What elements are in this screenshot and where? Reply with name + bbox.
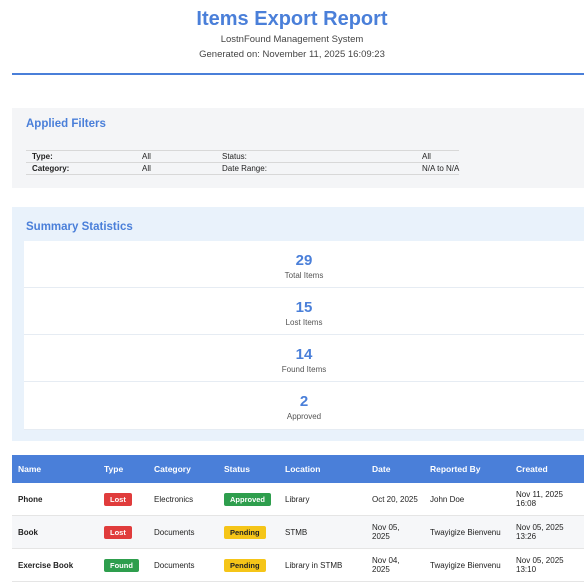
column-header-status: Status [218,455,279,483]
table-header-row: Name Type Category Status Location Date … [12,455,584,483]
stat-value: 14 [295,346,313,363]
status-badge-approved: Approved [224,492,272,506]
stat-value: 2 [299,393,309,410]
filter-row: Type: All Status: All [26,150,460,163]
item-date: Nov 05, 2025 [366,515,424,549]
column-header-type: Type [98,455,148,483]
item-created: Nov 05, 2025 13:10 [510,548,584,582]
item-reported-by: Twayigize Bienvenu [424,548,510,582]
status-badge-pending: Pending [224,558,266,572]
generated-timestamp: Generated on: November 11, 2025 16:09:23 [199,49,385,60]
stat-label: Total Items [284,271,324,280]
column-header-name: Name [12,455,98,483]
filter-value: All [136,162,216,175]
item-reported-by: John Doe [424,483,510,516]
filters-table: Type: All Status: All Category: All Date… [26,150,460,175]
type-cell: Found [98,548,148,582]
item-location: Library in STMB [279,548,366,582]
item-created: Nov 11, 2025 16:08 [510,483,584,516]
filter-value: All [136,150,216,163]
column-header-location: Location [279,455,366,483]
filter-label: Status: [216,150,416,163]
applied-filters-section: Applied Filters Type: All Status: All Ca… [12,108,584,188]
type-badge-found: Found [104,558,139,572]
stat-card-found-items: 14 Found Items [24,335,584,382]
filter-label: Date Range: [216,162,416,175]
table-row: Exercise Book Found Documents Pending Li… [12,548,584,582]
stat-card-approved: 2 Approved [24,382,584,430]
column-header-reported-by: Reported By [424,455,510,483]
filter-label: Type: [26,150,136,163]
item-location: STMB [279,515,366,549]
table-row: Phone Lost Electronics Approved Library … [12,483,584,516]
summary-statistics-heading: Summary Statistics [26,221,133,233]
type-cell: Lost [98,515,148,549]
status-cell: Approved [218,483,279,516]
header-divider [12,73,584,75]
item-date: Oct 20, 2025 [366,483,424,516]
item-name: Exercise Book [12,548,98,582]
applied-filters-heading: Applied Filters [26,118,106,130]
item-date: Nov 04, 2025 [366,548,424,582]
item-name: Book [12,515,98,549]
stat-value: 29 [295,252,313,269]
type-badge-lost: Lost [104,525,132,539]
report-title: Items Export Report [196,8,388,30]
filter-value: All [416,150,460,163]
status-badge-pending: Pending [224,525,266,539]
summary-statistics-section: Summary Statistics 29 Total Items 15 Los… [12,207,584,441]
item-category: Electronics [148,483,218,516]
filter-value: N/A to N/A [416,162,460,175]
item-name: Phone [12,483,98,516]
filter-row: Category: All Date Range: N/A to N/A [26,162,460,175]
column-header-date: Date [366,455,424,483]
stat-label: Lost Items [285,318,323,327]
type-badge-lost: Lost [104,492,132,506]
item-category: Documents [148,548,218,582]
column-header-created: Created [510,455,584,483]
item-created: Nov 05, 2025 13:26 [510,515,584,549]
report-header: Items Export Report LostnFound Managemen… [0,0,584,61]
column-header-category: Category [148,455,218,483]
stat-label: Found Items [281,365,327,374]
status-cell: Pending [218,548,279,582]
type-cell: Lost [98,483,148,516]
stat-card-total-items: 29 Total Items [24,241,584,288]
table-row: Book Lost Documents Pending STMB Nov 05,… [12,515,584,549]
status-cell: Pending [218,515,279,549]
items-table: Name Type Category Status Location Date … [12,455,584,582]
stat-value: 15 [295,299,313,316]
report-subtitle: LostnFound Management System [220,34,364,45]
stat-label: Approved [286,412,322,421]
filter-label: Category: [26,162,136,175]
stat-card-lost-items: 15 Lost Items [24,288,584,335]
item-reported-by: Twayigize Bienvenu [424,515,510,549]
item-location: Library [279,483,366,516]
item-category: Documents [148,515,218,549]
